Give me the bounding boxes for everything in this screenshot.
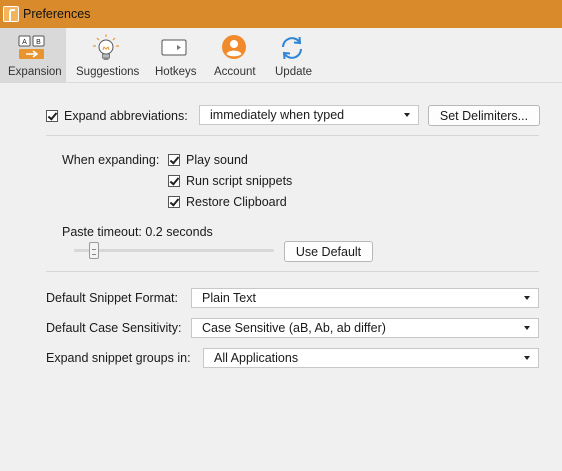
expand-abbreviations-row: Expand abbreviations: (46, 109, 188, 123)
case-sensitivity-text: Default Case Sensitivity: (46, 321, 182, 335)
expand-groups-value: All Applications (214, 351, 299, 365)
when-expanding-label: When expanding: (62, 153, 159, 167)
lightbulb-icon (93, 34, 119, 60)
title-bar: Preferences (0, 0, 562, 28)
expansion-icon-key-a: A (22, 39, 27, 46)
run-script-snippets-checkbox[interactable] (168, 175, 180, 187)
expand-groups-label: Expand snippet groups in: (46, 351, 191, 365)
snippet-format-text: Default Snippet Format: (46, 291, 179, 305)
expansion-panel: Expand abbreviations: immediately when t… (0, 84, 562, 471)
app-logo-icon (3, 6, 19, 22)
play-sound-label: Play sound (186, 153, 248, 167)
paste-timeout-slider-thumb[interactable] (89, 242, 99, 259)
tab-hotkeys[interactable]: Hotkeys (150, 28, 200, 83)
update-icon (282, 36, 302, 60)
set-delimiters-button[interactable]: Set Delimiters... (428, 105, 540, 126)
expand-timing-select[interactable]: immediately when typed (199, 105, 419, 125)
tab-suggestions-label: Suggestions (76, 66, 140, 78)
window-title: Preferences (23, 7, 91, 21)
chevron-down-icon (524, 296, 530, 300)
case-sensitivity-select[interactable]: Case Sensitive (aB, Ab, ab differ) (191, 318, 539, 338)
tab-expansion-label: Expansion (8, 66, 62, 78)
case-sensitivity-label: Default Case Sensitivity: (46, 321, 181, 335)
restore-clipboard-option[interactable]: Restore Clipboard (168, 195, 287, 209)
account-icon (222, 35, 246, 59)
expansion-ab-icon: A B (18, 35, 45, 59)
expand-groups-select[interactable]: All Applications (203, 348, 539, 368)
expand-abbreviations-checkbox[interactable] (46, 110, 58, 122)
chevron-down-icon (524, 356, 530, 360)
tab-account[interactable]: Account (210, 28, 260, 83)
run-script-snippets-label: Run script snippets (186, 174, 293, 188)
snippet-format-value: Plain Text (202, 291, 256, 305)
play-sound-option[interactable]: Play sound (168, 153, 248, 167)
paste-timeout-slider-track[interactable] (74, 249, 274, 252)
divider (46, 135, 539, 136)
snippet-format-label: Default Snippet Format: (46, 291, 178, 305)
restore-clipboard-label: Restore Clipboard (186, 195, 287, 209)
tab-update-label: Update (275, 66, 313, 78)
use-default-button[interactable]: Use Default (284, 241, 373, 262)
expand-groups-text: Expand snippet groups in: (46, 351, 191, 365)
case-sensitivity-value: Case Sensitive (aB, Ab, ab differ) (202, 321, 386, 335)
expand-abbreviations-label: Expand abbreviations: (64, 109, 188, 123)
paste-timeout-text: Paste timeout: 0.2 seconds (62, 225, 213, 239)
restore-clipboard-checkbox[interactable] (168, 196, 180, 208)
tab-expansion[interactable]: A B Expansion (0, 28, 66, 83)
chevron-down-icon (404, 113, 410, 117)
snippet-format-select[interactable]: Plain Text (191, 288, 539, 308)
divider (46, 271, 539, 272)
tab-hotkeys-label: Hotkeys (155, 66, 197, 78)
run-script-snippets-option[interactable]: Run script snippets (168, 174, 292, 188)
tab-update[interactable]: Update (268, 28, 318, 83)
paste-timeout-label: Paste timeout: 0.2 seconds (62, 225, 213, 239)
chevron-down-icon (524, 326, 530, 330)
expansion-icon-key-b: B (36, 39, 41, 46)
when-expanding-text: When expanding: (62, 153, 160, 167)
tab-suggestions[interactable]: Suggestions (70, 28, 142, 83)
expand-timing-value: immediately when typed (210, 108, 345, 122)
tab-account-label: Account (214, 66, 256, 78)
play-sound-checkbox[interactable] (168, 154, 180, 166)
preferences-toolbar: A B Expansion Suggestions Hotkeys Accoun… (0, 28, 562, 83)
hotkeys-icon (161, 39, 187, 56)
